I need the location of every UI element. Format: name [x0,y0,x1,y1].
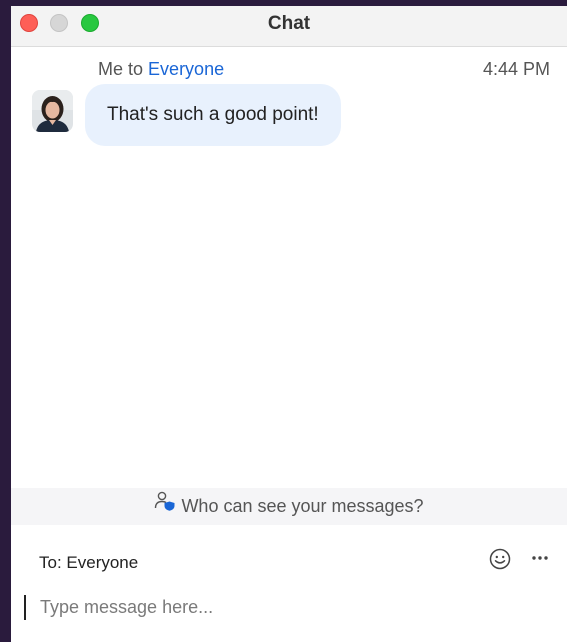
message-recipient[interactable]: Everyone [148,59,224,79]
recipient-selector[interactable]: To: Everyone [39,553,138,573]
window-title: Chat [267,13,311,34]
person-shield-icon [154,487,176,524]
chat-window: Chat Me to Everyone 4:44 PM That's such … [11,6,567,642]
more-options-button[interactable] [530,548,550,568]
message-bubble: That's such a good point! [85,84,341,146]
avatar [32,90,73,132]
message-input[interactable] [40,592,540,622]
title-bar: Chat [11,6,567,47]
avatar-photo-icon [32,90,73,132]
privacy-notice[interactable]: Who can see your messages? [11,488,567,525]
message-sender: Me to [98,59,144,79]
message-time: 4:44 PM [482,59,550,79]
emoji-button[interactable] [489,548,511,570]
ellipsis-icon [532,556,548,560]
privacy-label: Who can see your messages? [181,496,424,516]
smiley-icon [489,548,511,570]
message-header: Me to Everyone [98,59,224,80]
text-cursor [24,595,26,620]
